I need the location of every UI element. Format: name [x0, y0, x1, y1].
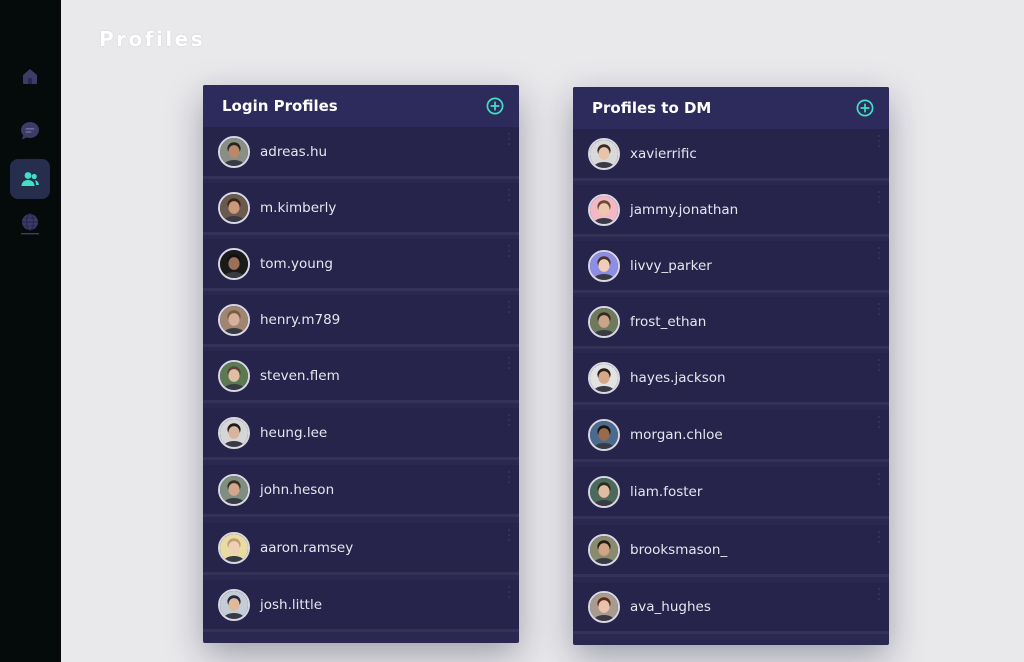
profile-username: hayes.jackson	[630, 369, 726, 386]
more-options-icon[interactable]	[877, 416, 881, 428]
nav-profiles-button[interactable]	[10, 159, 50, 199]
avatar	[218, 531, 250, 564]
profile-row[interactable]: josh.little	[203, 580, 519, 632]
avatar	[588, 590, 620, 623]
profile-username: morgan.chloe	[630, 426, 723, 443]
more-options-icon[interactable]	[507, 245, 511, 257]
more-options-icon[interactable]	[877, 473, 881, 485]
profile-row[interactable]: aaron.ramsey	[203, 523, 519, 575]
sidebar	[0, 0, 61, 662]
profile-row[interactable]: ava_hughes	[573, 582, 889, 634]
panel-header: Profiles to DM	[573, 87, 889, 129]
page-title: Profiles	[99, 27, 206, 51]
avatar	[218, 588, 250, 621]
more-options-icon[interactable]	[507, 414, 511, 426]
avatar	[588, 249, 620, 282]
profile-row[interactable]: morgan.chloe	[573, 410, 889, 462]
more-options-icon[interactable]	[507, 301, 511, 313]
panel-header: Login Profiles	[203, 85, 519, 127]
more-options-icon[interactable]	[507, 189, 511, 201]
users-icon	[21, 172, 39, 186]
avatar	[218, 135, 250, 168]
avatar	[588, 305, 620, 338]
profile-username: steven.flem	[260, 367, 340, 384]
profile-username: livvy_parker	[630, 257, 712, 274]
avatar	[218, 359, 250, 392]
profile-username: tom.young	[260, 255, 333, 272]
more-options-icon[interactable]	[507, 357, 511, 369]
nav-browser-button[interactable]	[10, 205, 50, 245]
avatar	[218, 303, 250, 336]
profile-row[interactable]: john.heson	[203, 465, 519, 517]
avatar	[218, 191, 250, 224]
profile-username: m.kimberly	[260, 199, 337, 216]
profile-row[interactable]: frost_ethan	[573, 297, 889, 349]
profile-username: heung.lee	[260, 424, 328, 441]
dm-profiles-panel: Profiles to DM xavierrific jammy.jonathan…	[573, 87, 889, 645]
panel-title: Profiles to DM	[592, 99, 712, 117]
avatar	[588, 418, 620, 451]
more-options-icon[interactable]	[507, 586, 511, 598]
avatar	[218, 247, 250, 280]
avatar	[218, 473, 250, 506]
panel-title: Login Profiles	[222, 97, 338, 115]
avatar	[588, 361, 620, 394]
profile-row[interactable]: tom.young	[203, 239, 519, 291]
more-options-icon[interactable]	[507, 471, 511, 483]
profile-row[interactable]: livvy_parker	[573, 241, 889, 293]
profile-username: adreas.hu	[260, 143, 328, 160]
more-options-icon[interactable]	[877, 588, 881, 600]
more-options-icon[interactable]	[877, 303, 881, 315]
profile-row[interactable]: m.kimberly	[203, 183, 519, 235]
avatar	[588, 137, 620, 170]
login-profiles-panel: Login Profiles adreas.hu m.kimberly tom.yo…	[203, 85, 519, 643]
nav-messages-button[interactable]	[10, 111, 50, 151]
profile-row[interactable]: xavierrific	[573, 129, 889, 181]
globe-icon	[21, 213, 39, 235]
profile-username: brooksmason_	[630, 541, 728, 558]
profile-row[interactable]: liam.foster	[573, 467, 889, 519]
profile-row[interactable]: heung.lee	[203, 408, 519, 460]
profile-username: frost_ethan	[630, 313, 707, 330]
more-options-icon[interactable]	[507, 133, 511, 145]
more-options-icon[interactable]	[877, 359, 881, 371]
chat-icon	[21, 122, 39, 140]
profile-row[interactable]: adreas.hu	[203, 127, 519, 179]
more-options-icon[interactable]	[877, 531, 881, 543]
profile-row[interactable]: hayes.jackson	[573, 353, 889, 405]
avatar	[588, 533, 620, 566]
profile-username: liam.foster	[630, 483, 703, 500]
more-options-icon[interactable]	[877, 247, 881, 259]
profile-username: josh.little	[260, 596, 323, 613]
profile-row[interactable]: henry.m789	[203, 295, 519, 347]
profile-row[interactable]: jammy.jonathan	[573, 185, 889, 237]
profile-row[interactable]: brooksmason_	[573, 525, 889, 577]
avatar	[588, 193, 620, 226]
profile-username: john.heson	[260, 481, 335, 498]
profile-username: ava_hughes	[630, 598, 711, 615]
profile-username: xavierrific	[630, 145, 697, 162]
profile-username: henry.m789	[260, 311, 341, 328]
profile-row[interactable]: steven.flem	[203, 351, 519, 403]
avatar	[218, 416, 250, 449]
profile-username: jammy.jonathan	[630, 201, 739, 218]
nav-home-button[interactable]	[10, 56, 50, 96]
plus-circle-icon[interactable]	[856, 99, 874, 117]
more-options-icon[interactable]	[877, 135, 881, 147]
more-options-icon[interactable]	[877, 191, 881, 203]
profile-username: aaron.ramsey	[260, 539, 354, 556]
home-icon	[23, 69, 37, 84]
plus-circle-icon[interactable]	[486, 97, 504, 115]
avatar	[588, 475, 620, 508]
more-options-icon[interactable]	[507, 529, 511, 541]
